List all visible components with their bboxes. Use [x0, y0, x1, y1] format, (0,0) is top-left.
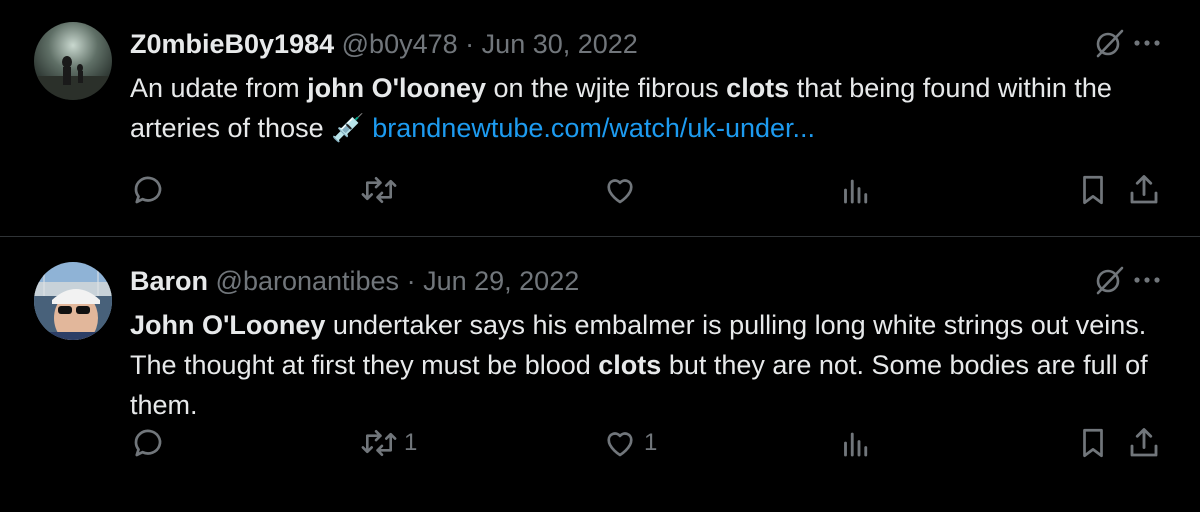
reply-icon — [134, 176, 162, 204]
like-count: 1 — [644, 429, 658, 456]
reply-button[interactable] — [130, 423, 172, 463]
tweet-text: John O'Looney undertaker says his embalm… — [130, 305, 1170, 425]
tweet[interactable]: Baron @baronantibes · Jun 29, 2022 John … — [0, 236, 1200, 512]
retweet-icon — [361, 429, 397, 457]
tweet-header: Z0mbieB0y1984 @b0y478 · Jun 30, 2022 — [130, 28, 638, 60]
display-name[interactable]: Baron — [130, 266, 208, 296]
retweet-button[interactable] — [360, 170, 404, 210]
syringe-emoji: 💉 — [331, 113, 365, 143]
like-icon — [607, 179, 633, 204]
avatar-image — [34, 262, 112, 340]
grok-icon[interactable] — [1092, 26, 1126, 65]
more-icon[interactable] — [1132, 265, 1162, 300]
separator: · — [406, 266, 416, 296]
handle[interactable]: @baronantibes — [216, 266, 400, 296]
views-icon — [844, 179, 868, 204]
text-segment: on the wjite fibrous — [486, 73, 727, 103]
share-icon — [1130, 428, 1158, 457]
bookmark-icon — [1083, 428, 1103, 458]
views-button[interactable] — [838, 423, 880, 463]
reply-button[interactable] — [130, 170, 172, 210]
highlighted-term: John O'Looney — [130, 310, 326, 340]
share-icon — [1130, 175, 1158, 204]
highlighted-term: clots — [726, 73, 790, 103]
bookmark-icon — [1083, 175, 1103, 205]
avatar[interactable] — [34, 22, 112, 100]
bookmark-button[interactable] — [1076, 423, 1110, 463]
tweet-top-actions — [1092, 263, 1162, 302]
retweet-count: 1 — [404, 429, 418, 456]
avatar[interactable] — [34, 262, 112, 340]
tweet-date[interactable]: Jun 29, 2022 — [423, 266, 579, 296]
tweet-date[interactable]: Jun 30, 2022 — [482, 29, 638, 59]
highlighted-term: john O'looney — [307, 73, 487, 103]
like-icon — [607, 432, 633, 457]
like-button[interactable] — [602, 170, 644, 210]
tweet-actions — [130, 170, 1164, 210]
like-button[interactable]: 1 — [602, 423, 657, 463]
views-button[interactable] — [838, 170, 880, 210]
grok-icon[interactable] — [1092, 263, 1126, 302]
tweet-header: Baron @baronantibes · Jun 29, 2022 — [130, 265, 579, 297]
display-name[interactable]: Z0mbieB0y1984 — [130, 29, 334, 59]
more-icon[interactable] — [1132, 28, 1162, 63]
retweet-button[interactable]: 1 — [360, 423, 417, 463]
tweet-text: An udate from john O'looney on the wjite… — [130, 68, 1170, 148]
tweet-link[interactable]: brandnewtube.com/watch/uk-under... — [372, 113, 815, 143]
text-segment: An udate from — [130, 73, 308, 103]
handle[interactable]: @b0y478 — [342, 29, 458, 59]
bookmark-button[interactable] — [1076, 170, 1110, 210]
avatar-image — [34, 22, 112, 100]
reply-icon — [134, 429, 162, 457]
share-button[interactable] — [1126, 423, 1162, 463]
tweet-actions: 1 1 — [130, 423, 1164, 463]
retweet-icon — [361, 176, 397, 204]
views-icon — [844, 432, 868, 457]
separator: · — [465, 29, 475, 59]
highlighted-term: clots — [598, 350, 662, 380]
share-button[interactable] — [1126, 170, 1162, 210]
tweet[interactable]: Z0mbieB0y1984 @b0y478 · Jun 30, 2022 An … — [0, 0, 1200, 236]
tweet-top-actions — [1092, 26, 1162, 65]
